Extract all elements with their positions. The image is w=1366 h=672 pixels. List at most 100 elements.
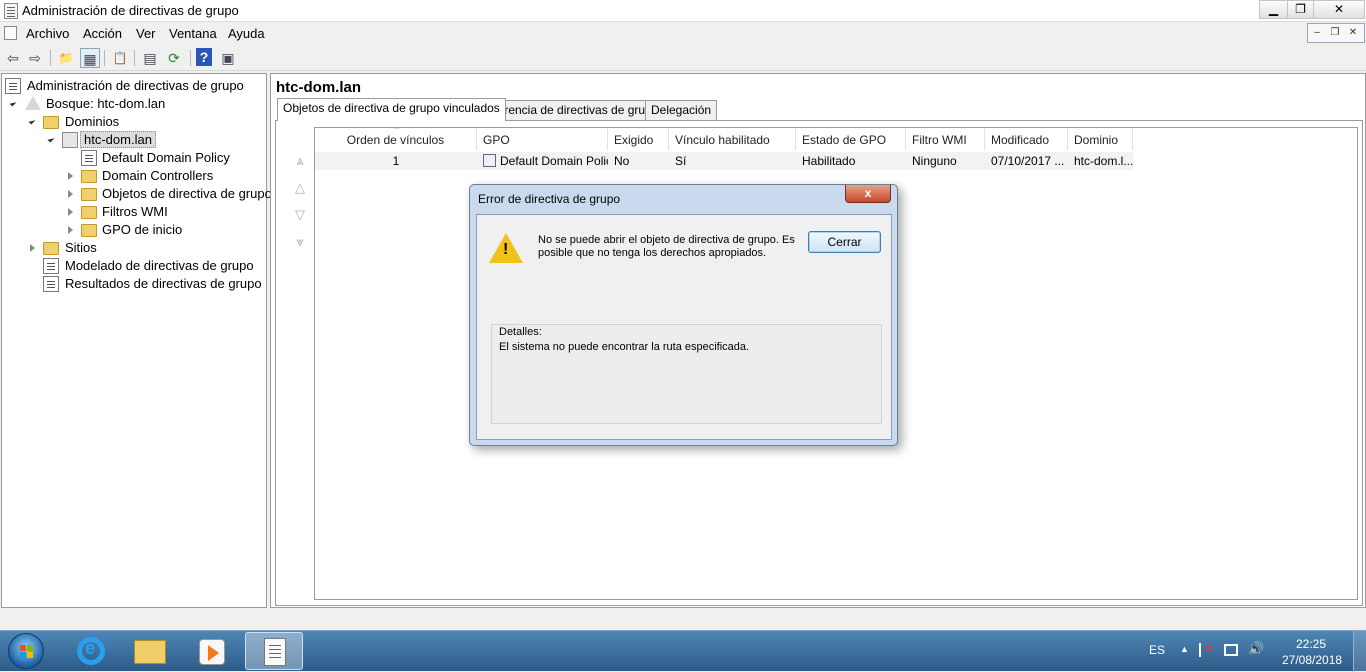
console-menu-icon[interactable] [4,26,17,40]
tree-label: Administración de directivas de grupo [27,78,244,93]
language-indicator[interactable]: ES [1149,643,1165,657]
column-header-modified[interactable]: Modificado [985,128,1068,150]
tree-label-selected: htc-dom.lan [80,131,156,148]
dialog-close-icon[interactable]: x [845,185,891,203]
collapsed-arrow-icon[interactable] [68,190,73,198]
cell-gpo-status: Habilitado [796,152,906,170]
collapsed-arrow-icon[interactable] [68,208,73,216]
expanded-arrow-icon[interactable] [28,117,36,125]
taskbar-gpmc[interactable] [245,632,303,670]
mdi-restore-button[interactable]: ❐ [1326,24,1344,42]
close-window-button[interactable]: ✕ [1313,0,1365,19]
minimize-button[interactable]: ▁ [1259,0,1288,19]
mdi-close-button[interactable]: ✕ [1344,24,1362,42]
column-header-label: Orden de vínculos [346,133,445,147]
action-center-flag-icon[interactable] [1199,643,1213,657]
help-icon[interactable]: ? [196,48,212,66]
cell-gpo: Default Domain Policy [477,152,608,170]
cell-gpo-name: Default Domain Policy [500,154,608,168]
column-header-wmi-filter[interactable]: Filtro WMI [906,128,985,150]
menu-accion[interactable]: Acción [83,26,122,41]
cell-link-order: 1 [315,152,477,170]
tab-linked-gpos[interactable]: Objetos de directiva de grupo vinculados [277,98,506,121]
expanded-arrow-icon[interactable] [9,99,17,107]
tree-label: Default Domain Policy [102,150,230,165]
cerrar-button[interactable]: Cerrar [808,231,881,253]
taskbar-internet-explorer[interactable]: e [59,632,117,670]
tree-label: Sitios [65,240,97,255]
details-label: Detalles: [499,326,542,338]
move-to-bottom-icon[interactable]: ⩔ [292,234,308,250]
tree-label: Filtros WMI [102,204,168,219]
error-dialog: Error de directiva de grupo x ! No se pu… [469,184,898,446]
results-icon [43,276,59,292]
export-list-icon[interactable]: ▤ [140,48,160,68]
details-text: El sistema no puede encontrar la ruta es… [499,341,750,353]
tree-label: Dominios [65,114,120,129]
folder-icon [43,116,59,129]
maximize-button[interactable]: ❐ [1287,0,1314,19]
volume-icon[interactable]: 🔊 [1248,641,1264,657]
menu-ventana[interactable]: Ventana [169,26,217,41]
sort-ascending-icon: ^ [395,128,399,134]
show-hidden-icons-icon[interactable]: ▲ [1180,644,1189,654]
sites-folder-icon [43,242,59,255]
media-player-icon [199,639,225,665]
column-header-domain[interactable]: Dominio [1068,128,1133,150]
page-title: htc-dom.lan [276,79,361,96]
domain-icon [62,132,78,148]
properties-icon[interactable]: 📋 [110,48,130,68]
menu-ver[interactable]: Ver [136,26,156,41]
collapsed-arrow-icon[interactable] [68,172,73,180]
console-window-icon[interactable]: ▣ [218,48,238,68]
move-down-icon[interactable]: ▽ [292,207,308,223]
move-to-top-icon[interactable]: ⩓ [292,153,308,169]
tab-inheritance[interactable]: Herencia de directivas de grupo [483,100,665,120]
tree-label: GPO de inicio [102,222,183,237]
up-folder-icon[interactable]: 📁 [56,48,76,68]
column-header-enforced[interactable]: Exigido [608,128,669,150]
menu-ayuda[interactable]: Ayuda [228,26,265,41]
mdi-window-controls: – ❐ ✕ [1307,23,1365,43]
column-header-link-enabled[interactable]: Vínculo habilitado [669,128,796,150]
forward-arrow-icon[interactable]: ⇨ [25,48,45,68]
refresh-icon[interactable]: ⟳ [164,48,184,68]
network-icon[interactable] [1224,644,1238,656]
modeling-icon [43,258,59,274]
clock-date[interactable]: 27/08/2018 [1282,653,1342,667]
clock-time[interactable]: 22:25 [1296,637,1326,651]
tab-delegation[interactable]: Delegación [645,100,718,120]
toolbar-separator [134,50,135,66]
show-desktop-button[interactable] [1353,631,1366,672]
gpo-link-icon [81,150,97,166]
start-button[interactable] [8,633,44,669]
column-header-gpo-status[interactable]: Estado de GPO [796,128,906,150]
move-up-icon[interactable]: △ [292,180,308,196]
taskbar-media-player[interactable] [183,632,241,670]
internet-explorer-icon: e [77,637,105,665]
toolbar-separator [190,50,191,66]
show-hide-tree-icon[interactable]: ▦ [80,48,100,68]
ie-glyph: e [85,638,96,658]
warning-icon-mark: ! [503,241,509,258]
taskbar-explorer[interactable] [121,632,179,670]
gpmc-app-icon [4,3,18,19]
collapsed-arrow-icon[interactable] [30,244,35,252]
column-header-gpo[interactable]: GPO [477,128,608,150]
back-arrow-icon[interactable]: ⇦ [3,48,23,68]
menubar: Archivo Acción Ver Ventana Ayuda [0,22,1366,44]
tree-label: Domain Controllers [102,168,214,183]
dialog-title: Error de directiva de grupo [478,192,621,206]
dialog-message: No se puede abrir el objeto de directiva… [538,234,795,259]
details-box: Detalles: El sistema no puede encontrar … [491,324,882,424]
tree-label: Modelado de directivas de grupo [65,258,254,273]
dialog-body: ! No se puede abrir el objeto de directi… [476,214,892,440]
tree-label: Objetos de directiva de grupo [102,186,272,201]
mdi-minimize-button[interactable]: – [1308,24,1326,42]
cell-wmi-filter: Ninguno [906,152,985,170]
column-header-link-order[interactable]: ^ Orden de vínculos [315,128,477,150]
folder-icon [81,188,97,201]
collapsed-arrow-icon[interactable] [68,226,73,234]
expanded-arrow-icon[interactable] [47,135,55,143]
menu-archivo[interactable]: Archivo [26,26,69,41]
